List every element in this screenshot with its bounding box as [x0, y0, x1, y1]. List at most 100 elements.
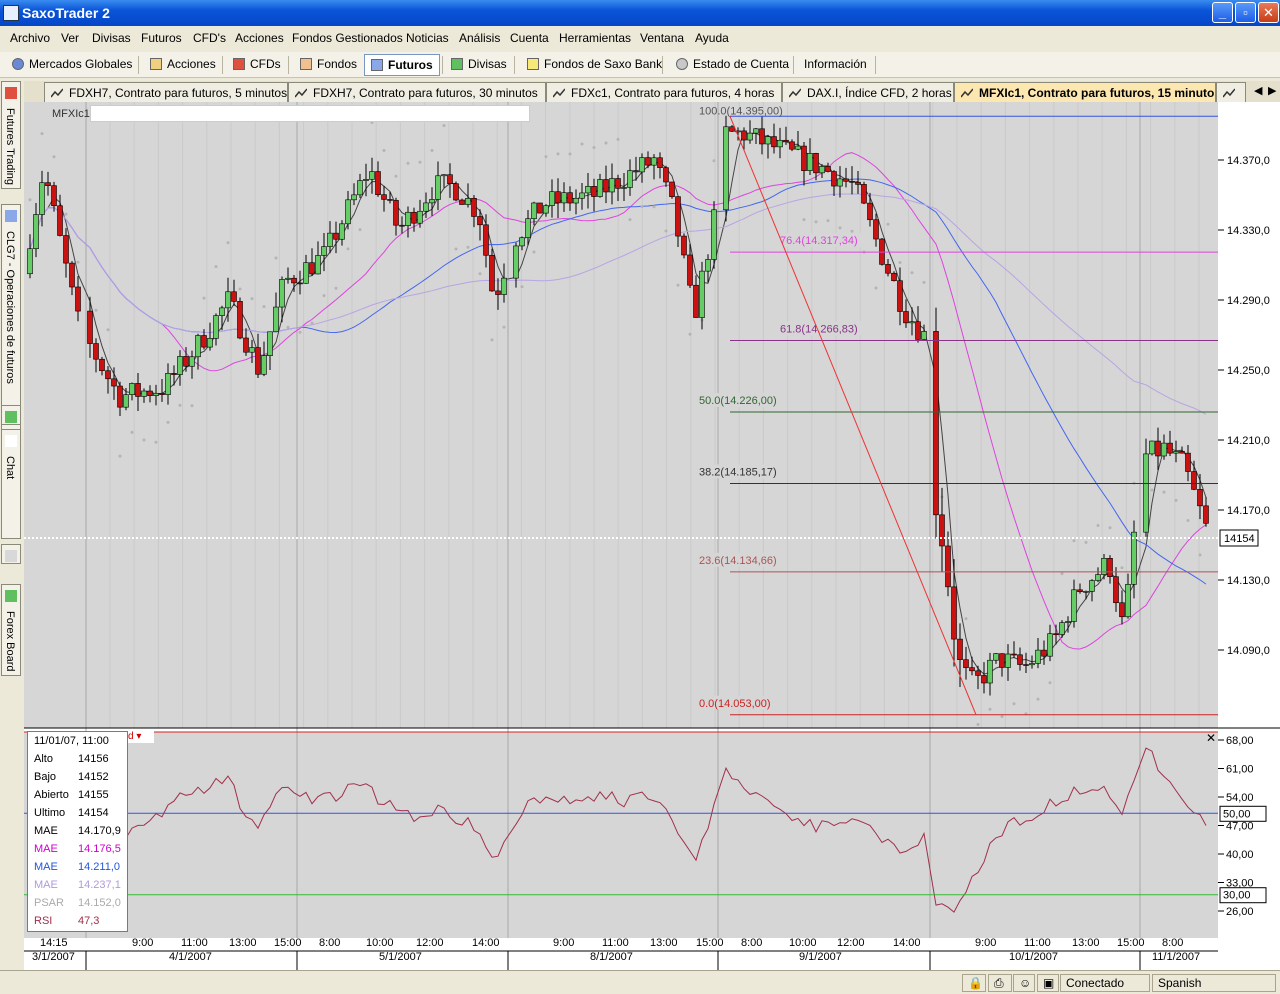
tab-more[interactable]	[1216, 82, 1246, 102]
toolbar-futuros[interactable]: Futuros	[364, 54, 440, 76]
candle-body	[195, 335, 201, 358]
tab-fdxc1-4h[interactable]: FDXc1, Contrato para futuros, 4 horas	[546, 82, 782, 102]
side-tab-pin[interactable]	[1, 405, 21, 425]
menu-divisas[interactable]: Divisas	[92, 31, 131, 45]
candle-body	[525, 218, 531, 239]
candle-body	[591, 186, 597, 197]
candle-body	[759, 128, 765, 145]
candle-body	[801, 145, 807, 171]
info-row: Bajo 14152	[28, 768, 129, 786]
tab-scroll-right-icon[interactable]: ▶	[1268, 84, 1276, 97]
tab-fdxh7-30min[interactable]: FDXH7, Contrato para futuros, 30 minutos	[288, 82, 546, 102]
psar-dot	[382, 148, 386, 152]
maximize-button[interactable]: ▫	[1235, 2, 1256, 23]
candle-body	[201, 335, 207, 348]
toolbar-mercados-globales[interactable]: Mercados Globales	[6, 54, 138, 76]
psar-dot	[262, 305, 266, 309]
psar-dot	[28, 198, 32, 202]
candle-body	[549, 191, 555, 206]
side-tab-chat[interactable]: Chat	[1, 429, 21, 539]
toolbar-cfds[interactable]: CFDs	[227, 54, 287, 76]
candle-body	[771, 136, 777, 148]
psar-dot	[418, 160, 422, 164]
chart-line-icon	[295, 88, 307, 98]
psar-dot	[850, 229, 854, 233]
candle-body	[729, 126, 735, 132]
menu-futuros[interactable]: Futuros	[141, 31, 182, 45]
candle-body	[513, 245, 519, 279]
candle-body	[165, 373, 171, 395]
candle-body	[789, 141, 795, 150]
candle-body	[459, 199, 465, 205]
psar-dot	[64, 212, 68, 216]
candle-body	[1071, 589, 1077, 622]
candle-body	[609, 178, 615, 193]
candle-body	[543, 205, 549, 214]
tab-fdxh7-5min[interactable]: FDXH7, Contrato para futuros, 5 minutos	[44, 82, 288, 102]
toolbar-divisas[interactable]: Divisas	[445, 54, 513, 76]
candle-body	[123, 394, 129, 408]
candle-body	[357, 180, 363, 196]
menu-ventana[interactable]: Ventana	[640, 31, 684, 45]
candle-body	[1005, 653, 1011, 668]
candle-body	[675, 196, 681, 237]
candle-body	[189, 356, 195, 367]
tab-scroll-left-icon[interactable]: ◀	[1254, 84, 1262, 97]
printer-icon[interactable]: ⎙	[988, 974, 1012, 992]
candle-body	[873, 219, 879, 240]
toolbar-estado-cuenta[interactable]: Estado de Cuenta	[670, 54, 795, 76]
tab-mfxic1-15min[interactable]: MFXIc1, Contrato para futuros, 15 minuto…	[954, 82, 1216, 102]
tab-dax-2h[interactable]: DAX.I, Índice CFD, 2 horas	[782, 82, 954, 102]
menu-archivo[interactable]: Archivo	[10, 31, 50, 45]
rsi-level-label: 30,00	[1223, 890, 1251, 902]
symbol-search-input[interactable]	[90, 105, 530, 122]
menu-ver[interactable]: Ver	[61, 31, 79, 45]
menu-acciones[interactable]: Acciones	[235, 31, 284, 45]
info-key: MAE	[34, 843, 58, 855]
side-tab-futures-trading[interactable]: Futures Trading	[1, 81, 21, 189]
psar-dot	[274, 256, 278, 260]
price-chart[interactable]: 76.4(14.317,34) 61.8(14.266,83) 50.0(14.22…	[24, 78, 1280, 970]
toolbar-informacion[interactable]: Información	[798, 54, 873, 76]
psar-dot	[334, 286, 338, 290]
candle-body	[1029, 663, 1035, 666]
toolbar-fondos[interactable]: Fondos	[294, 54, 363, 76]
psar-dot	[814, 220, 818, 224]
toolbar-fondos-saxo[interactable]: Fondos de Saxo Bank	[521, 54, 668, 76]
side-tab-forex-board[interactable]: Forex Board	[1, 584, 21, 676]
candle-body	[39, 182, 45, 215]
info-row: PSAR 14.152,0	[28, 894, 129, 912]
indicator-menu[interactable]: d ▾	[128, 731, 154, 743]
psar-dot	[76, 260, 80, 264]
candle-body	[405, 211, 411, 227]
info-value: 14.237,1	[78, 879, 121, 891]
time-axis-label: 14:00	[472, 937, 500, 949]
candle-body	[1077, 589, 1083, 593]
side-tab-link[interactable]	[1, 544, 21, 564]
menu-analisis[interactable]: Análisis	[459, 31, 500, 45]
candle-body	[681, 235, 687, 256]
psar-dot	[298, 330, 302, 334]
minimize-button[interactable]: _	[1212, 2, 1233, 23]
candle-body	[207, 338, 213, 348]
menu-fondos-gestionados[interactable]: Fondos Gestionados	[292, 31, 403, 45]
candle-body	[747, 132, 753, 141]
menu-noticias[interactable]: Noticias	[406, 31, 449, 45]
psar-dot	[1108, 526, 1112, 530]
candle-body	[519, 237, 525, 247]
menu-cfds[interactable]: CFD's	[193, 31, 226, 45]
candle-body	[651, 157, 657, 166]
menu-cuenta[interactable]: Cuenta	[510, 31, 549, 45]
candle-body	[813, 153, 819, 174]
date-axis-label: 11/1/2007	[1152, 951, 1200, 963]
toolbar-acciones[interactable]: Acciones	[144, 54, 222, 76]
menu-herramientas[interactable]: Herramientas	[559, 31, 631, 45]
info-key: Bajo	[34, 771, 57, 783]
psar-dot	[442, 124, 446, 128]
psar-dot	[688, 332, 692, 336]
menu-ayuda[interactable]: Ayuda	[695, 31, 729, 45]
candle-body	[1119, 602, 1125, 618]
close-button[interactable]: ✕	[1258, 2, 1279, 23]
candle-body	[315, 255, 321, 275]
candle-body	[1131, 531, 1137, 585]
